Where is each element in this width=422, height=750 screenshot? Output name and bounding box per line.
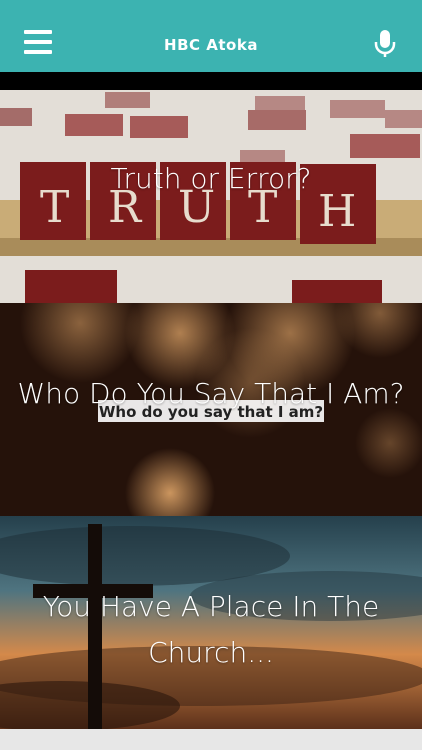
microphone-icon[interactable] [368, 26, 402, 60]
card-title: Truth or Error? [110, 162, 312, 195]
divider-bar [0, 72, 422, 90]
sermon-card-you-have-a-place[interactable]: You Have A Place In The Church... [0, 516, 422, 729]
card-title: Who Do You Say That I Am? [17, 377, 405, 410]
app-title: HBC Atoka [164, 36, 258, 54]
app-bar: HBC Atoka [0, 0, 422, 72]
sermon-card-who-do-you-say[interactable]: Who do you say that I am? Who Do You Say… [0, 303, 422, 516]
card-title: You Have A Place In The Church... [42, 590, 380, 669]
next-card-peek [0, 729, 422, 750]
sermon-card-truth-or-error[interactable]: T R U T H Truth or Error? [0, 90, 422, 303]
